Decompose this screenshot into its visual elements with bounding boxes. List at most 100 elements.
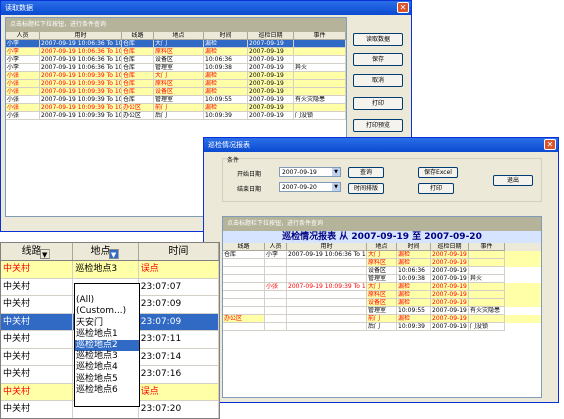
table-row[interactable]: 小李2007-09-19 10:06:36 To 10:09:38仓库管理室10… bbox=[6, 64, 346, 72]
table-row[interactable]: 设备区 漏检 2007-09-19 bbox=[223, 299, 541, 307]
table-cell bbox=[294, 72, 346, 80]
table-cell: 管理室 bbox=[154, 64, 204, 72]
table-row[interactable]: 小张2007-09-19 10:09:39 To 10:09:55仓库管理室10… bbox=[6, 96, 346, 104]
column-header[interactable]: 时间 bbox=[204, 32, 248, 40]
table-row[interactable]: 中关村 巡检地点3 误点 bbox=[1, 261, 219, 279]
column-header[interactable]: 事件 bbox=[469, 243, 505, 251]
column-header[interactable]: 巡检日期 bbox=[248, 32, 294, 40]
column-header[interactable]: 地点▼ bbox=[73, 243, 139, 260]
table-row[interactable]: 小张2007-09-19 10:09:39 To 10:09:55仓库大门漏检2… bbox=[6, 72, 346, 80]
chevron-down-icon[interactable]: ▼ bbox=[39, 249, 50, 259]
table-cell bbox=[265, 299, 287, 307]
action-button[interactable]: 保存 bbox=[353, 53, 403, 66]
table-cell: 2007-09-19 bbox=[431, 307, 469, 315]
column-header[interactable]: 线路▼ bbox=[1, 243, 74, 260]
preview-button[interactable]: 时间排版 bbox=[348, 183, 384, 194]
dropdown-option[interactable]: 巡检地点1 bbox=[75, 329, 139, 340]
column-header[interactable]: 地点 bbox=[154, 32, 204, 40]
table-row[interactable]: 原料区 漏检 2007-09-19 bbox=[223, 291, 541, 299]
column-header[interactable]: 时间 bbox=[397, 243, 431, 251]
end-date-picker[interactable]: 2007-09-20 ▼ bbox=[279, 182, 341, 192]
table-row[interactable]: 设备区 10:06:36 2007-09-19 bbox=[223, 267, 541, 275]
table-row[interactable]: 小李2007-09-19 10:06:36 To 10:09:38仓库设备区10… bbox=[6, 56, 346, 64]
table-cell: 漏检 bbox=[397, 315, 431, 323]
save-excel-button[interactable]: 保存Excel bbox=[418, 167, 458, 178]
table-cell: 小李 bbox=[265, 251, 287, 259]
print-button[interactable]: 打印 bbox=[418, 183, 454, 194]
table-row[interactable]: 管理室 10:09:38 2007-09-19 异火 bbox=[223, 275, 541, 283]
table-cell: 设备区 bbox=[367, 267, 397, 275]
table-cell bbox=[287, 291, 367, 299]
chevron-down-icon[interactable]: ▼ bbox=[108, 249, 119, 259]
close-icon[interactable]: ✕ bbox=[397, 2, 409, 13]
table-cell: 办公区 bbox=[122, 104, 154, 112]
action-button[interactable]: 打印 bbox=[353, 97, 403, 110]
table-cell: 小张 bbox=[6, 104, 40, 112]
action-button[interactable]: 读取数据 bbox=[353, 33, 403, 46]
table-row[interactable]: 小张2007-09-19 10:09:39 To 10:09:55仓库设备区漏检… bbox=[6, 88, 346, 96]
dropdown-option[interactable]: 巡检地点3 bbox=[75, 351, 139, 362]
location-filter-dropdown[interactable]: (All) (Custom...) 天安门 巡检地点1 巡检地点2 巡检地点3 巡检地点4 巡… bbox=[74, 283, 140, 407]
column-header[interactable]: 巡检日期 bbox=[431, 243, 469, 251]
table-cell: 2007-09-19 10:06:36 To 10:09:38 bbox=[40, 48, 122, 56]
column-header[interactable]: 用时 bbox=[287, 243, 367, 251]
table-row[interactable]: 小李2007-09-19 10:06:36 To 10:09:38仓库大门漏检2… bbox=[6, 40, 346, 48]
column-header[interactable]: 线路 bbox=[223, 243, 265, 251]
table-cell: 23:07:07 bbox=[139, 278, 219, 295]
column-header[interactable]: 人员 bbox=[265, 243, 287, 251]
table-row[interactable]: 原料区 漏检 2007-09-19 bbox=[223, 259, 541, 267]
table-row[interactable]: 小张2007-09-19 10:09:39 To 10:09:55大门漏检200… bbox=[223, 283, 541, 291]
table-cell: 漏检 bbox=[204, 40, 248, 48]
table-cell: 2007-09-19 10:09:39 To 10:09:55 bbox=[287, 283, 367, 291]
query-button[interactable]: 查询 bbox=[348, 167, 384, 178]
table-cell: 中关村 bbox=[1, 296, 74, 313]
dropdown-option[interactable]: 巡检地点6 bbox=[75, 385, 139, 396]
table-row[interactable]: 后门 10:09:39 2007-09-19 门没锁 bbox=[223, 323, 541, 331]
column-header[interactable]: 时间 bbox=[139, 243, 219, 260]
table-row[interactable]: 管理室 10:09:55 2007-09-19 有火灾隐患 bbox=[223, 307, 541, 315]
close-icon[interactable]: ✕ bbox=[544, 139, 556, 150]
table-cell: 原料区 bbox=[367, 291, 397, 299]
table-cell: 中关村 bbox=[1, 366, 74, 383]
dropdown-option[interactable]: 巡检地点2 bbox=[75, 339, 139, 352]
dropdown-option[interactable]: 巡检地点5 bbox=[75, 374, 139, 385]
dropdown-option[interactable]: (Custom...) bbox=[75, 306, 139, 317]
table-cell: 2007-09-19 bbox=[431, 291, 469, 299]
table-cell bbox=[265, 259, 287, 267]
dropdown-option[interactable]: 天安门 bbox=[75, 318, 139, 329]
dropdown-option[interactable]: (All) bbox=[75, 295, 139, 306]
report-banner: 巡检情况报表 从 2007-09-19 至 2007-09-20 bbox=[223, 231, 541, 243]
column-header[interactable]: 线路 bbox=[122, 32, 154, 40]
dropdown-option[interactable] bbox=[75, 284, 139, 295]
report-titlebar: 巡检情况报表 ✕ bbox=[204, 138, 558, 152]
chevron-down-icon[interactable]: ▼ bbox=[332, 183, 340, 191]
table-cell: 前门 bbox=[154, 104, 204, 112]
table-row[interactable]: 办公区 前门 漏检 2007-09-19 bbox=[223, 315, 541, 323]
table-cell: 误点 bbox=[138, 261, 219, 278]
table-row[interactable]: 小张2007-09-19 10:09:39 To 10:09:55办公区后门10… bbox=[6, 112, 346, 120]
report-rows: 仓库小李2007-09-19 10:06:36 To 10:09:38大门漏检2… bbox=[223, 251, 541, 331]
table-cell bbox=[223, 291, 265, 299]
table-cell: 中关村 bbox=[1, 348, 74, 365]
table-row[interactable]: 仓库小李2007-09-19 10:06:36 To 10:09:38大门漏检2… bbox=[223, 251, 541, 259]
table-cell: 2007-09-19 bbox=[431, 259, 469, 267]
table-row[interactable]: 小张2007-09-19 10:09:39 To 10:09:55办公区前门漏检… bbox=[6, 104, 346, 112]
table-cell: 仓库 bbox=[122, 80, 154, 88]
column-header[interactable]: 用时 bbox=[40, 32, 122, 40]
table-cell bbox=[265, 323, 287, 331]
table-row[interactable]: 小李2007-09-19 10:06:36 To 10:09:38仓库原料区漏检… bbox=[6, 48, 346, 56]
column-header[interactable]: 人员 bbox=[6, 32, 40, 40]
column-header[interactable]: 地点 bbox=[367, 243, 397, 251]
dropdown-option[interactable]: 巡检地点4 bbox=[75, 362, 139, 373]
dropdown-option[interactable] bbox=[75, 396, 139, 407]
start-date-picker[interactable]: 2007-09-19 ▼ bbox=[279, 167, 341, 177]
chevron-down-icon[interactable]: ▼ bbox=[332, 168, 340, 176]
column-header[interactable]: 事件 bbox=[294, 32, 346, 40]
table-row[interactable]: 小张2007-09-19 10:09:39 To 10:09:55仓库原料区漏检… bbox=[6, 80, 346, 88]
exit-button[interactable]: 退出 bbox=[493, 175, 533, 186]
table-cell bbox=[294, 56, 346, 64]
table-cell: 小李 bbox=[6, 64, 40, 72]
action-button[interactable]: 取消 bbox=[353, 74, 403, 87]
table-cell: 仓库 bbox=[122, 40, 154, 48]
action-button[interactable]: 打印预览 bbox=[353, 119, 403, 132]
